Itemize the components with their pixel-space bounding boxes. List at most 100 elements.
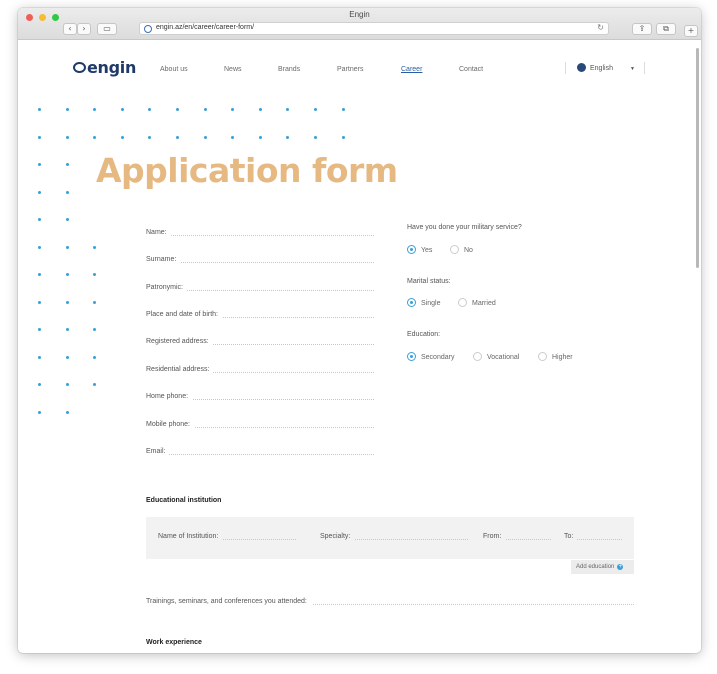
forward-icon[interactable]: ›: [77, 23, 91, 35]
decorative-dot: [176, 108, 179, 111]
sidebar-toggle-icon[interactable]: ▭: [97, 23, 117, 35]
education-secondary-radio[interactable]: Secondary: [407, 352, 454, 361]
marital-single-radio[interactable]: Single: [407, 298, 440, 307]
site-logo[interactable]: engin: [73, 58, 136, 77]
decorative-dot: [38, 383, 41, 386]
decorative-dot: [93, 136, 97, 139]
email-field[interactable]: Email:: [146, 448, 374, 460]
field-line: [146, 454, 374, 455]
home-phone-field[interactable]: Home phone:: [146, 393, 374, 405]
decorative-dot: [65, 383, 69, 386]
decorative-dot: [286, 108, 290, 111]
specialty-field[interactable]: Specialty:: [320, 533, 468, 543]
add-education-button[interactable]: Add education +: [571, 560, 634, 574]
military-yes-radio[interactable]: Yes: [407, 245, 432, 254]
language-selector[interactable]: English: [577, 63, 613, 72]
decorative-dot: [38, 218, 41, 221]
marital-married-radio[interactable]: Married: [458, 298, 496, 307]
decorative-dot: [38, 356, 41, 359]
radio-label: Married: [472, 300, 496, 307]
radio-label: No: [464, 247, 473, 254]
nav-about-us[interactable]: About us: [160, 66, 188, 73]
name-field[interactable]: Name:: [146, 229, 374, 241]
field-line: [146, 235, 374, 236]
decorative-dot: [314, 108, 317, 111]
field-label: To:: [564, 533, 578, 540]
decorative-dot: [148, 136, 152, 139]
share-icon[interactable]: ⇪: [632, 23, 652, 35]
globe-icon: [577, 63, 586, 72]
field-label: Name of Institution:: [158, 533, 223, 540]
decorative-dot: [38, 191, 41, 194]
trainings-field[interactable]: Trainings, seminars, and conferences you…: [146, 598, 634, 610]
radio-label: Higher: [552, 354, 573, 361]
education-question: Education:: [407, 331, 441, 338]
new-tab-icon[interactable]: +: [684, 25, 698, 37]
decorative-dot: [65, 273, 69, 276]
decorative-dot: [93, 301, 97, 304]
reload-icon[interactable]: ↻: [597, 23, 604, 32]
decorative-dot: [93, 328, 97, 331]
decorative-dot: [65, 108, 69, 111]
browser-window: Engin ‹ › ▭ engin.az/en/career/career-fo…: [18, 8, 701, 653]
chevron-down-icon[interactable]: ▼: [630, 66, 635, 72]
decorative-dot: [65, 163, 69, 166]
divider: [644, 62, 645, 74]
decorative-dot: [203, 136, 207, 139]
browser-toolbar: Engin ‹ › ▭ engin.az/en/career/career-fo…: [18, 8, 701, 40]
patronymic-field[interactable]: Patronymic:: [146, 284, 374, 296]
surname-field[interactable]: Surname:: [146, 256, 374, 268]
radio-label: Secondary: [421, 354, 455, 361]
decorative-dot: [65, 191, 69, 194]
decorative-dot: [93, 273, 97, 276]
field-label: Specialty:: [320, 533, 355, 540]
nav-partners[interactable]: Partners: [337, 66, 363, 73]
decorative-dot: [203, 108, 207, 111]
education-vocational-radio[interactable]: Vocational: [473, 352, 519, 361]
site-favicon-icon: [144, 25, 152, 33]
decorative-dot: [38, 273, 41, 276]
work-experience-title: Work experience: [146, 639, 202, 646]
educational-institution-title: Educational institution: [146, 497, 222, 504]
decorative-dot: [231, 136, 235, 139]
residential-address-field[interactable]: Residential address:: [146, 366, 374, 378]
address-bar[interactable]: engin.az/en/career/career-form/ ↻: [139, 22, 609, 35]
military-no-radio[interactable]: No: [450, 245, 473, 254]
decorative-dot: [258, 136, 262, 139]
page-scrollbar[interactable]: [696, 48, 699, 268]
field-label: From:: [483, 533, 506, 540]
plus-icon: +: [617, 564, 624, 570]
decorative-dot: [148, 108, 152, 111]
from-field[interactable]: From:: [483, 533, 551, 543]
decorative-dot: [341, 108, 345, 111]
education-higher-radio[interactable]: Higher: [538, 352, 573, 361]
birth-place-date-field[interactable]: Place and date of birth:: [146, 311, 374, 323]
decorative-dot: [341, 136, 345, 139]
registered-address-field[interactable]: Registered address:: [146, 338, 374, 350]
tab-overview-icon[interactable]: ⧉: [656, 23, 676, 35]
url-text: engin.az/en/career/career-form/: [156, 24, 255, 31]
field-label: Mobile phone:: [146, 421, 194, 428]
field-label: Surname:: [146, 256, 181, 263]
to-field[interactable]: To:: [564, 533, 622, 543]
decorative-dot: [120, 108, 124, 111]
decorative-dot: [286, 136, 290, 139]
language-label: English: [590, 65, 613, 72]
radio-label: Yes: [421, 247, 433, 254]
nav-career[interactable]: Career: [401, 66, 422, 73]
decorative-dot: [38, 411, 41, 414]
nav-brands[interactable]: Brands: [278, 66, 300, 73]
decorative-dot: [65, 136, 69, 139]
back-icon[interactable]: ‹: [63, 23, 77, 35]
field-label: Home phone:: [146, 393, 193, 400]
window-title: Engin: [349, 10, 370, 19]
decorative-dot: [65, 411, 69, 414]
nav-news[interactable]: News: [224, 66, 242, 73]
field-label: Name:: [146, 229, 171, 236]
decorative-dot: [65, 356, 69, 359]
radio-circle: [538, 352, 547, 361]
decorative-dot: [93, 383, 97, 386]
institution-name-field[interactable]: Name of Institution:: [158, 533, 296, 543]
mobile-phone-field[interactable]: Mobile phone:: [146, 421, 374, 433]
nav-contact[interactable]: Contact: [459, 66, 483, 73]
